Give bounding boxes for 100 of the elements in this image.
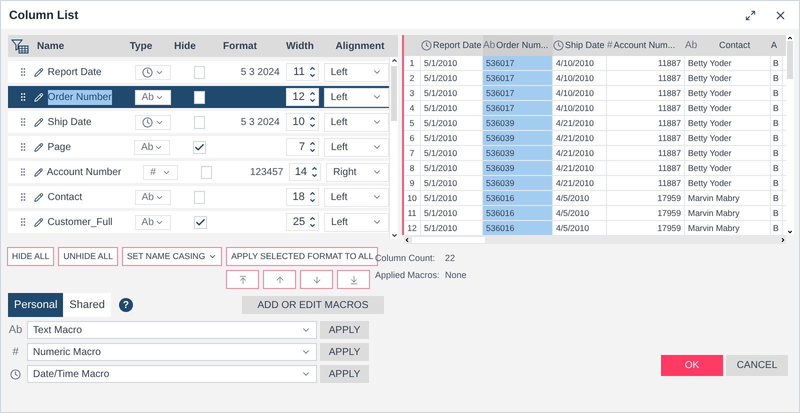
hide-checkbox[interactable]	[193, 140, 206, 154]
pencil-icon[interactable]	[34, 192, 44, 202]
type-dropdown[interactable]: Ab	[134, 90, 171, 104]
table-cell: 11887	[607, 116, 685, 130]
alignment-dropdown[interactable]: Right	[326, 162, 389, 182]
alignment-dropdown[interactable]: Left	[324, 112, 389, 132]
column-row[interactable]: Report Date 5 3 2024 11 Left	[8, 61, 389, 83]
close-icon[interactable]	[774, 8, 787, 22]
type-dropdown[interactable]: Ab	[134, 214, 171, 230]
spin-up-icon[interactable]	[308, 65, 316, 72]
spin-down-icon[interactable]	[308, 97, 316, 104]
macro-tab[interactable]: Personal	[8, 293, 64, 317]
width-spinner[interactable]: 14	[289, 163, 322, 181]
preview-column-header[interactable]: Ship Date	[553, 35, 607, 56]
spin-up-icon[interactable]	[311, 165, 318, 172]
row-number: 5	[404, 116, 421, 130]
spin-up-icon[interactable]	[309, 140, 316, 147]
pencil-icon[interactable]	[34, 166, 43, 178]
scroll-down-icon[interactable]	[787, 229, 793, 235]
hide-checkbox[interactable]	[194, 190, 206, 204]
spin-up-icon[interactable]	[308, 115, 316, 122]
type-label: Ab	[142, 190, 154, 204]
column-row[interactable]: Page Ab 7 Left	[8, 136, 389, 158]
spin-down-icon[interactable]	[308, 72, 316, 79]
check-icon	[194, 216, 206, 228]
preview-column-header[interactable]: #Account Num...	[607, 35, 685, 56]
scroll-up-icon[interactable]	[390, 57, 398, 64]
pencil-icon[interactable]	[34, 216, 44, 228]
apply-button[interactable]: APPLY	[320, 321, 369, 339]
horizontal-scrollbar[interactable]	[404, 236, 786, 244]
spin-down-icon[interactable]	[309, 222, 316, 229]
type-dropdown[interactable]: Ab	[134, 190, 171, 204]
alignment-dropdown[interactable]: Left	[324, 62, 389, 82]
spin-down-icon[interactable]	[308, 122, 316, 129]
vertical-scrollbar[interactable]	[786, 35, 794, 235]
width-spinner[interactable]: 10	[286, 113, 319, 131]
macro-dropdown[interactable]: Text Macro	[27, 321, 317, 339]
table-cell: 536039	[483, 176, 553, 190]
column-name: Page	[48, 140, 71, 154]
column-row[interactable]: Ship Date 5 3 2024 10 Left	[8, 111, 389, 133]
width-spinner[interactable]: 25	[286, 213, 320, 231]
hide-checkbox[interactable]	[194, 66, 206, 78]
type-dropdown[interactable]: Ab	[134, 140, 170, 154]
spin-down-icon[interactable]	[308, 197, 316, 204]
column-row[interactable]: Contact Ab 18 Left	[8, 186, 389, 208]
column-row[interactable]: Account Number # 123457 14 Right	[8, 161, 389, 183]
spin-down-icon[interactable]	[311, 172, 318, 179]
preview-column-header[interactable]: A	[771, 35, 783, 56]
maximize-icon[interactable]	[745, 10, 756, 20]
width-spinner[interactable]: 12	[286, 88, 319, 106]
hide-checkbox[interactable]	[194, 90, 206, 104]
scroll-up-icon[interactable]	[787, 35, 793, 41]
alignment-dropdown[interactable]: Left	[324, 138, 389, 156]
type-dropdown[interactable]: #	[143, 164, 178, 180]
alignment-dropdown[interactable]: Left	[324, 188, 389, 206]
width-spinner[interactable]: 18	[286, 188, 319, 206]
macro-dropdown[interactable]: Numeric Macro	[27, 343, 317, 361]
column-header: Name	[37, 40, 66, 54]
column-row[interactable]: Customer_Full Ab 25 Left	[8, 211, 389, 233]
pencil-icon[interactable]	[34, 142, 44, 152]
spin-up-icon[interactable]	[308, 190, 316, 197]
scroll-right-icon[interactable]	[780, 237, 786, 243]
row-number: 10	[404, 191, 421, 205]
scroll-left-icon[interactable]	[404, 237, 410, 243]
width-spinner[interactable]: 11	[286, 63, 319, 81]
apply-button[interactable]: APPLY	[320, 365, 369, 383]
preview-column-header[interactable]: AbOrder Num...	[483, 35, 553, 56]
preview-column-header[interactable]: Report Date	[421, 35, 483, 56]
action-button[interactable]: HIDE ALL	[7, 247, 54, 266]
row-number: 8	[404, 161, 421, 175]
width-spinner[interactable]: 7	[286, 138, 320, 156]
hide-checkbox[interactable]	[201, 166, 212, 178]
macro-dropdown[interactable]: Date/Time Macro	[27, 365, 317, 383]
column-row[interactable]: Order Number Ab 12 Left	[8, 86, 389, 108]
alignment-dropdown[interactable]: Left	[324, 88, 389, 106]
spin-up-icon[interactable]	[309, 215, 316, 222]
scroll-down-icon[interactable]	[390, 232, 398, 239]
type-dropdown[interactable]	[134, 64, 171, 80]
hide-checkbox[interactable]	[194, 216, 207, 228]
type-dropdown[interactable]	[134, 114, 171, 130]
vertical-scrollbar[interactable]	[389, 57, 398, 239]
pencil-icon[interactable]	[34, 116, 44, 128]
action-button[interactable]: SET NAME CASING	[122, 247, 222, 266]
hide-checkbox[interactable]	[194, 116, 206, 128]
format-sample: 5 3 2024	[240, 116, 280, 130]
clock-icon	[142, 116, 153, 128]
cancel-button[interactable]: CANCEL	[726, 355, 788, 376]
type-label: Ab	[8, 322, 22, 338]
help-button[interactable]: ?	[118, 298, 133, 312]
alignment-dropdown[interactable]: Left	[324, 212, 389, 232]
macro-tab[interactable]: Shared	[63, 293, 111, 317]
clock-icon	[421, 40, 432, 51]
action-button[interactable]: UNHIDE ALL	[58, 247, 118, 266]
pencil-icon[interactable]	[34, 66, 44, 78]
preview-column-header[interactable]: Ab Contact	[685, 35, 771, 56]
table-cell: B	[771, 221, 783, 235]
spin-down-icon[interactable]	[309, 147, 316, 154]
spin-up-icon[interactable]	[308, 90, 316, 97]
add-macros-button[interactable]: ADD OR EDIT MACROS	[242, 296, 384, 314]
apply-button[interactable]: APPLY	[320, 343, 369, 361]
